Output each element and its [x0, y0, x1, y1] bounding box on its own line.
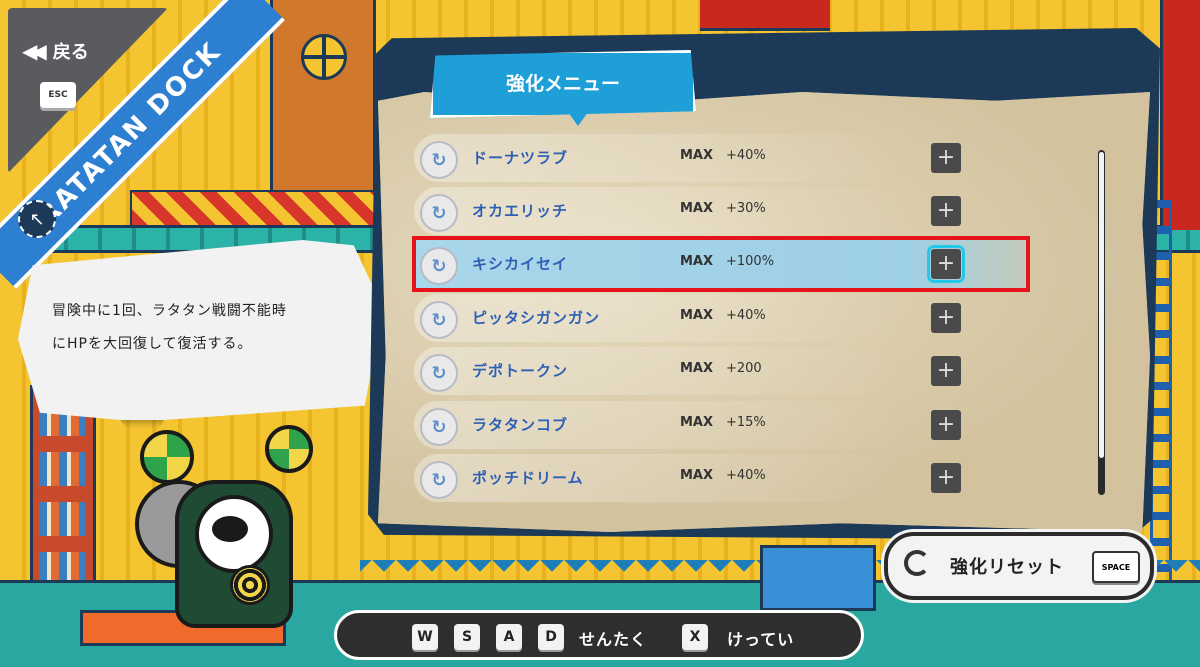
esc-key-hint[interactable]: ESC — [40, 82, 76, 108]
upgrade-level: MAX — [680, 148, 714, 163]
refresh-icon: ↻ — [420, 141, 458, 179]
refresh-icon: ↻ — [420, 354, 458, 392]
double-chevron-left-icon: ◀◀ — [22, 39, 47, 63]
background-cabinet — [760, 545, 876, 611]
reset-icon — [904, 550, 930, 576]
selection-highlight — [412, 236, 1030, 292]
plus-button[interactable]: + — [931, 196, 961, 226]
refresh-icon: ↻ — [420, 461, 458, 499]
confirm-label: けってい — [727, 630, 795, 649]
upgrade-row[interactable]: ↻ ラタタンコブ MAX +15% + — [414, 401, 1030, 449]
upgrade-bonus: +40% — [726, 148, 766, 163]
key-d[interactable]: D — [538, 624, 564, 650]
mascot-character — [120, 420, 330, 630]
upgrade-name: ラタタンコブ — [472, 416, 569, 434]
mascot-ball-right — [265, 425, 313, 473]
menu-title: 強化メニュー — [505, 73, 620, 95]
mascot-ball-left — [140, 430, 194, 484]
description-text: 冒険中に1回、ラタタン戦闘不能時 にHPを大回復して復活する。 — [52, 295, 352, 361]
upgrade-level: MAX — [680, 468, 714, 483]
upgrade-bonus: +40% — [726, 308, 766, 323]
plus-button[interactable]: + — [931, 356, 961, 386]
curtain-right — [1160, 0, 1200, 230]
upgrade-row[interactable]: ↻ ポッチドリーム MAX +40% + — [414, 454, 1030, 502]
plus-button[interactable]: + — [931, 143, 961, 173]
reset-label: 強化リセット — [950, 557, 1064, 578]
upgrade-level: MAX — [680, 361, 714, 376]
upgrade-name: デポトークン — [472, 362, 569, 380]
upgrade-name: ドーナツラブ — [472, 149, 569, 167]
select-label: せんたく — [579, 630, 648, 649]
upgrade-name: ポッチドリーム — [472, 469, 584, 487]
key-w[interactable]: W — [412, 624, 438, 650]
plus-button[interactable]: + — [931, 303, 961, 333]
cursor-arrow-icon: ↖ — [18, 200, 56, 238]
refresh-icon: ↻ — [420, 408, 458, 446]
space-key-hint: SPACE — [1092, 551, 1140, 583]
upgrade-row[interactable]: ↻ ピッタシガンガン MAX +40% + — [414, 294, 1030, 342]
back-button[interactable]: ◀◀ 戻る — [22, 38, 89, 64]
refresh-icon: ↻ — [420, 301, 458, 339]
upgrade-level: MAX — [680, 308, 714, 323]
menu-title-notch — [568, 112, 588, 126]
plus-button[interactable]: + — [931, 410, 961, 440]
description-line-2: にHPを大回復して復活する。 — [52, 336, 253, 352]
upgrade-row[interactable]: ↻ デポトークン MAX +200 + — [414, 347, 1030, 395]
plus-button[interactable]: + — [931, 463, 961, 493]
upgrade-row[interactable]: ↻ オカエリッチ MAX +30% + — [414, 187, 1030, 235]
key-s[interactable]: S — [454, 624, 480, 650]
curtain-top — [700, 0, 830, 31]
menu-title-tab: 強化メニュー — [430, 50, 696, 118]
refresh-icon: ↻ — [420, 194, 458, 232]
background-door — [270, 0, 376, 213]
upgrade-bonus: +40% — [726, 468, 766, 483]
upgrade-level: MAX — [680, 415, 714, 430]
reset-upgrades-button[interactable]: 強化リセット SPACE — [884, 532, 1154, 600]
upgrade-name: ピッタシガンガン — [472, 309, 601, 327]
upgrade-bonus: +200 — [726, 361, 762, 376]
mascot-spiral — [230, 565, 270, 605]
scrollbar-thumb[interactable] — [1099, 152, 1104, 458]
upgrade-bonus: +30% — [726, 201, 766, 216]
upgrade-name: オカエリッチ — [472, 202, 569, 220]
upgrade-row[interactable]: ↻ ドーナツラブ MAX +40% + — [414, 134, 1030, 182]
description-line-1: 冒険中に1回、ラタタン戦闘不能時 — [52, 303, 287, 319]
upgrade-level: MAX — [680, 201, 714, 216]
door-window — [301, 34, 347, 80]
mascot-eye — [212, 516, 248, 542]
key-a[interactable]: A — [496, 624, 522, 650]
key-x[interactable]: X — [682, 624, 708, 650]
back-label: 戻る — [52, 42, 89, 63]
control-hints-bar: W S A D せんたく X けってい — [334, 610, 864, 660]
upgrade-bonus: +15% — [726, 415, 766, 430]
